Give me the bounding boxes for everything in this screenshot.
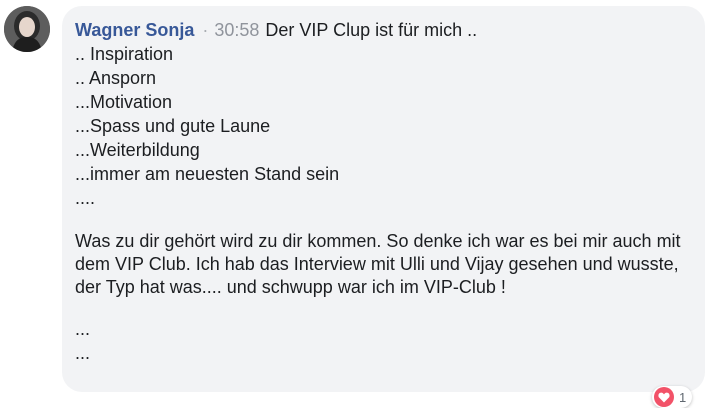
comment-line: ... <box>75 319 91 339</box>
profile-photo <box>4 6 50 52</box>
comment-line: ...immer am neuesten Stand sein <box>75 164 340 184</box>
comment-bubble: Wagner Sonja · 30:58 Der VIP Clup ist für m… <box>62 6 705 392</box>
comment-line: .. Ansporn <box>75 68 157 88</box>
comment-line: ...Weiterbildung <box>75 140 200 160</box>
comment-line: ... <box>75 343 91 363</box>
comment-line: ...Spass und gute Laune <box>75 116 271 136</box>
comment-content: Wagner Sonja · 30:58 Der VIP Clup ist für m… <box>75 18 691 365</box>
comment-paragraph: Was zu dir gehört wird zu dir kommen. So… <box>75 231 681 297</box>
comment-line: ...Motivation <box>75 92 173 112</box>
separator-dot: · <box>202 20 209 40</box>
author-name[interactable]: Wagner Sonja <box>75 20 194 40</box>
heart-icon <box>654 387 674 407</box>
reaction-summary[interactable]: 1 <box>652 386 693 408</box>
reaction-count: 1 <box>679 389 687 405</box>
comment-line: .. Inspiration <box>75 44 174 64</box>
comment-line: .... <box>75 188 96 208</box>
comment-header: Wagner Sonja · 30:58 Der VIP Clup ist für m… <box>75 18 691 42</box>
avatar[interactable] <box>4 6 50 52</box>
comment-first-line: Der VIP Clup ist für mich .. <box>265 20 478 40</box>
timestamp[interactable]: 30:58 <box>214 20 259 40</box>
